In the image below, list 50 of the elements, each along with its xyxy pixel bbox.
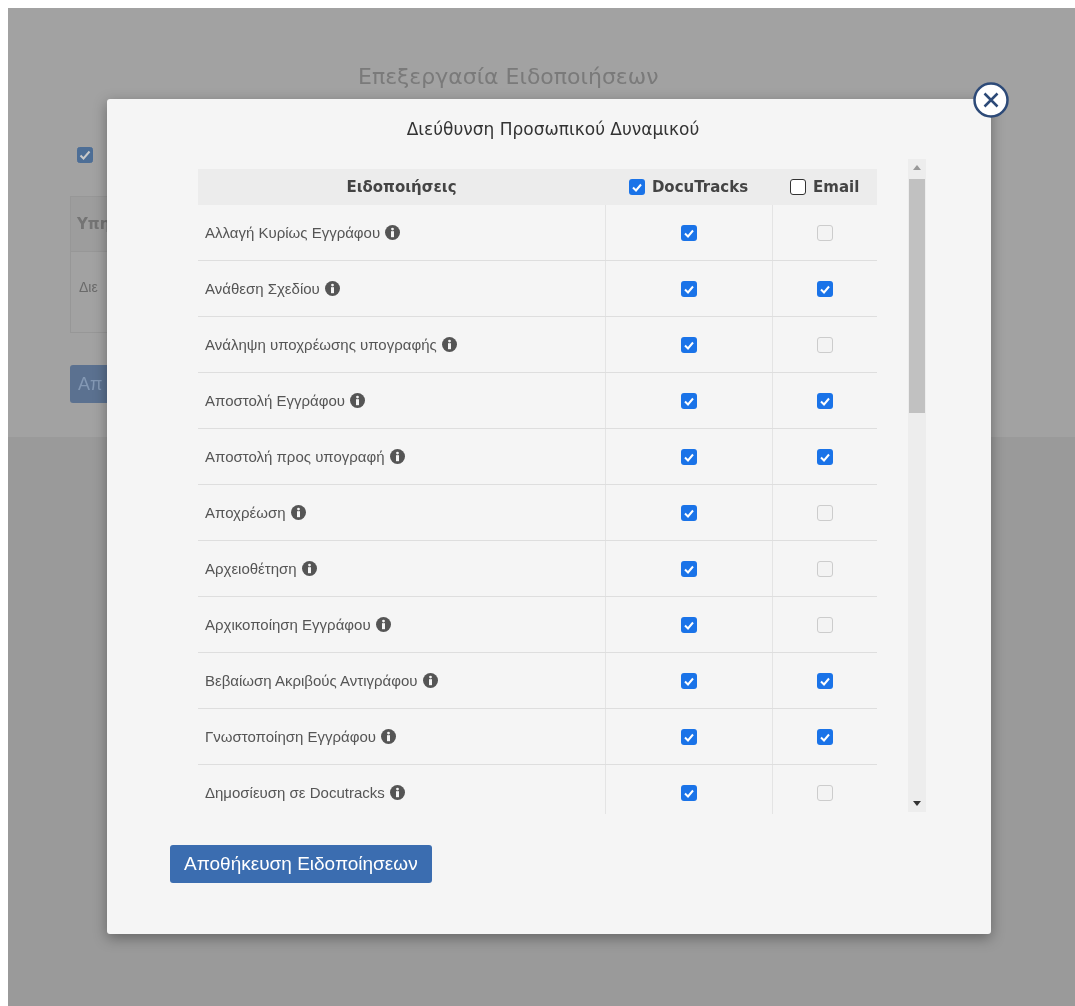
- checkbox[interactable]: [681, 784, 697, 801]
- info-icon[interactable]: [350, 393, 365, 408]
- scrollbar[interactable]: [908, 159, 926, 812]
- info-icon[interactable]: [301, 561, 317, 576]
- checkbox[interactable]: [681, 392, 697, 409]
- info-icon[interactable]: [375, 617, 391, 632]
- checkbox[interactable]: [681, 280, 697, 297]
- notification-name: Βεβαίωση Ακριβούς Αντιγράφου: [205, 672, 418, 689]
- info-icon[interactable]: [381, 729, 396, 744]
- info-icon[interactable]: [441, 337, 457, 352]
- info-icon[interactable]: [422, 673, 438, 688]
- checkbox[interactable]: [681, 448, 697, 465]
- info-icon[interactable]: [290, 505, 306, 520]
- checkbox[interactable]: [681, 560, 697, 577]
- notification-name: Ανάληψη υποχρέωσης υπογραφής: [205, 336, 437, 353]
- column-header: DocuTracks: [651, 178, 749, 196]
- checkbox[interactable]: [681, 224, 697, 241]
- info-icon[interactable]: [324, 281, 340, 296]
- checkbox[interactable]: [681, 504, 697, 521]
- notification-name: Ανάθεση Σχεδίου: [205, 280, 320, 297]
- info-icon[interactable]: [389, 449, 405, 464]
- notification-name: Γνωστοποίηση Εγγράφου: [205, 728, 376, 745]
- table-cell: Διε: [79, 279, 98, 295]
- checkbox[interactable]: [817, 392, 833, 409]
- checkbox[interactable]: [790, 179, 806, 195]
- notification-name: Αρχικοποίηση Εγγράφου: [205, 616, 371, 633]
- save-button[interactable]: Αποθήκευση Ειδοποίησεων: [170, 845, 432, 883]
- checkbox[interactable]: [817, 672, 833, 689]
- notification-name: Αποστολή Εγγράφου: [205, 392, 345, 409]
- notification-name: Αποστολή προς υπογραφή: [205, 448, 385, 465]
- scroll-up-icon[interactable]: [913, 165, 921, 170]
- column-header: Ειδοποιήσεις: [346, 178, 457, 196]
- checkbox[interactable]: [817, 448, 833, 465]
- dialog-title: Διεύθυνση Προσωπικού Δυναμικού: [406, 119, 700, 139]
- notification-name: Αλλαγή Κυρίως Εγγράφου: [205, 224, 381, 241]
- info-icon[interactable]: [385, 225, 401, 240]
- checkbox[interactable]: [681, 616, 697, 633]
- checkbox[interactable]: [681, 672, 697, 689]
- checkbox[interactable]: [681, 728, 697, 745]
- checkbox[interactable]: [77, 147, 93, 163]
- scroll-down-icon[interactable]: [913, 801, 921, 806]
- checkbox[interactable]: [817, 280, 833, 297]
- notification-name: Δημοσίευση σε Docutracks: [205, 784, 385, 801]
- column-header: Email: [813, 178, 860, 196]
- checkbox[interactable]: [817, 728, 833, 745]
- info-icon[interactable]: [389, 785, 405, 800]
- checkbox[interactable]: [681, 336, 697, 353]
- notification-name: Αρχειοθέτηση: [205, 560, 297, 577]
- notification-name: Αποχρέωση: [205, 504, 286, 521]
- checkbox[interactable]: [628, 179, 645, 195]
